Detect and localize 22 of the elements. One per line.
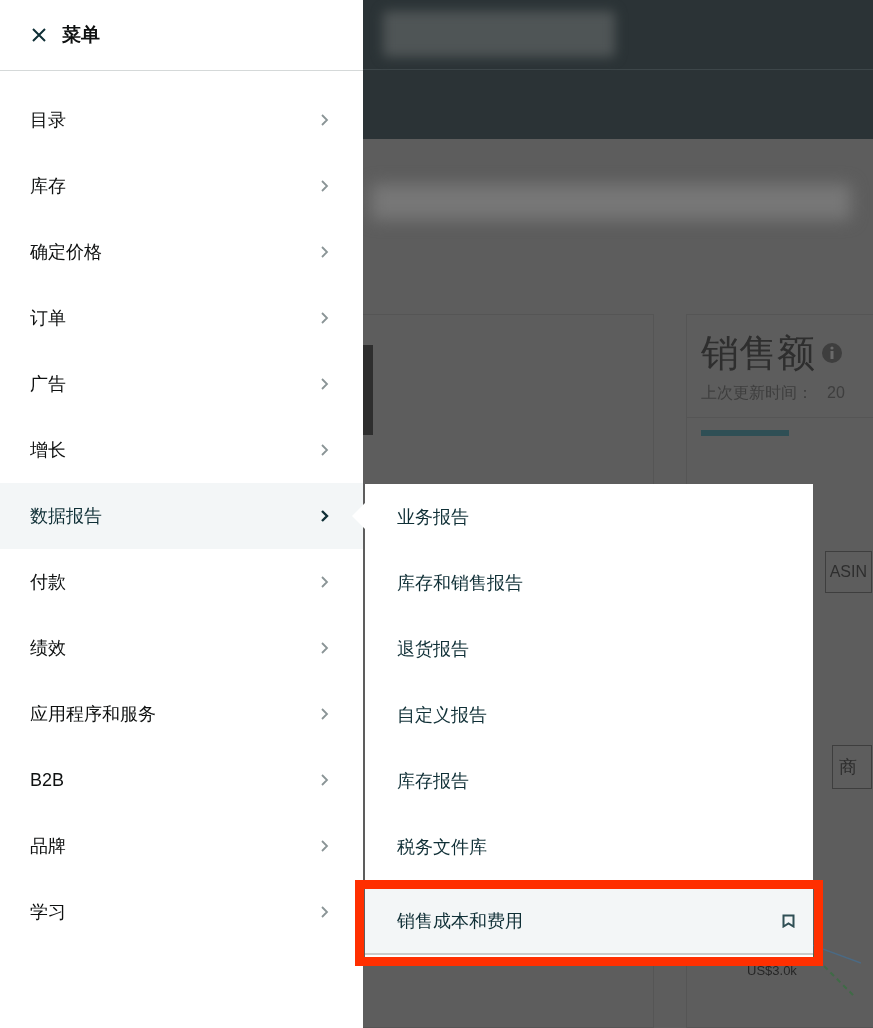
chevron-right-icon xyxy=(320,509,329,523)
submenu-item[interactable]: 销售成本和费用 xyxy=(365,889,813,955)
info-icon xyxy=(821,342,843,364)
chevron-right-icon xyxy=(320,707,329,721)
axis-label: US$3.0k xyxy=(747,962,797,981)
close-icon xyxy=(31,27,47,43)
search-field[interactable] xyxy=(383,11,615,58)
chevron-right-icon xyxy=(320,113,329,127)
chevron-right-icon xyxy=(320,377,329,391)
close-button[interactable] xyxy=(30,26,48,44)
chevron-right-icon xyxy=(320,179,329,193)
menu-item[interactable]: 数据报告 xyxy=(0,483,363,549)
chevron-right-icon xyxy=(320,773,329,787)
chevron-right-icon xyxy=(320,839,329,853)
chevron-right-icon xyxy=(320,245,329,259)
chevron-right-icon xyxy=(320,443,329,457)
menu-title: 菜单 xyxy=(62,22,100,47)
chevron-right-icon xyxy=(320,575,329,589)
chevron-right-icon xyxy=(320,905,329,919)
bookmark-icon xyxy=(782,914,795,928)
chevron-right-icon xyxy=(320,641,329,655)
chevron-right-icon xyxy=(320,311,329,325)
